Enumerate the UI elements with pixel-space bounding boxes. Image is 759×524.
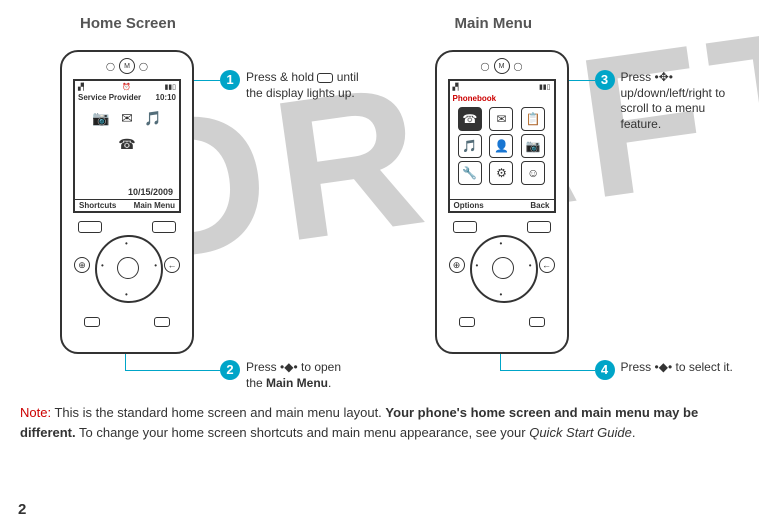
dpad-2: • • • • (470, 235, 538, 303)
menu-icon-profiles: 👤 (489, 134, 513, 158)
dpad: • • • • (95, 235, 163, 303)
menu-icon-log: 📋 (521, 107, 545, 131)
step-1-badge: 1 (220, 70, 240, 90)
menu-icon-camera: 📷 (521, 134, 545, 158)
menu-icon-tools: 🔧 (458, 161, 482, 185)
menu-current-label: Phonebook (450, 93, 554, 104)
power-key-icon (317, 73, 333, 83)
battery-icon-2: ▮▮▯ (539, 83, 551, 91)
signal-icon-2: ▞▏ (453, 83, 464, 91)
home-icon-2: ✉ (115, 106, 139, 130)
softkey-left-home: Shortcuts (79, 201, 116, 210)
phone-top-2: ◯M◯ (437, 58, 567, 74)
phone-top: ◯M◯ (62, 58, 192, 74)
softkey-right-menu: Back (530, 201, 549, 210)
step-1-text: Press & hold until the display lights up… (246, 70, 360, 101)
menu-icon-messages: ✉ (489, 107, 513, 131)
menu-screen: ▞▏ ▮▮▯ Phonebook ☎ ✉ 📋 🎵 👤 📷 🔧 (448, 79, 556, 213)
step-3-text: Press •✥• up/down/left/right to scroll t… (621, 70, 735, 132)
provider-label: Service Provider (78, 93, 141, 102)
note-text: Note: This is the standard home screen a… (20, 403, 739, 442)
nav-key-glyph: •✥• (655, 70, 673, 84)
step-2-text: Press •◆• to open the Main Menu. (246, 360, 360, 391)
softkey-right-home: Main Menu (134, 201, 175, 210)
menu-icon-settings: ⚙ (489, 161, 513, 185)
call-key: ⊕ (74, 257, 90, 273)
step-3-badge: 3 (595, 70, 615, 90)
page-number: 2 (18, 501, 26, 518)
home-screen-title: Home Screen (80, 15, 365, 32)
alarm-icon: ⏰ (122, 83, 131, 91)
step-4-text: Press •◆• to select it. (621, 360, 733, 376)
step-2-badge: 2 (220, 360, 240, 380)
main-menu-title: Main Menu (455, 15, 740, 32)
menu-icon-extras: ☺ (521, 161, 545, 185)
menu-icon-phonebook: ☎ (458, 107, 482, 131)
step-4-badge: 4 (595, 360, 615, 380)
center-key-icon (117, 257, 139, 279)
signal-icon: ▞▏ (78, 83, 89, 91)
phone-home: ◯M◯ ▞▏ ⏰ ▮▮▯ Service Provider 10:10 (60, 50, 194, 354)
center-key-glyph-2: •◆• (655, 360, 673, 374)
end-key: ← (164, 257, 180, 273)
home-screen: ▞▏ ⏰ ▮▮▯ Service Provider 10:10 📷 ✉ 🎵 (73, 79, 181, 213)
home-icon-1: 📷 (89, 106, 113, 130)
phone-menu: ◯M◯ ▞▏ ▮▮▯ Phonebook ☎ ✉ 📋 (435, 50, 569, 354)
home-icon-3: 🎵 (141, 106, 165, 130)
center-key-glyph: •◆• (280, 360, 298, 374)
softkey-left-menu: Options (454, 201, 484, 210)
keypad: • • • • ⊕ ← (72, 221, 182, 341)
keypad-2: • • • • ⊕ ← (447, 221, 557, 341)
home-icon-4: ☎ (115, 132, 139, 156)
time-label: 10:10 (156, 93, 176, 102)
date-label: 10/15/2009 (128, 187, 177, 197)
menu-icon-media: 🎵 (458, 134, 482, 158)
battery-icon: ▮▮▯ (164, 83, 176, 91)
